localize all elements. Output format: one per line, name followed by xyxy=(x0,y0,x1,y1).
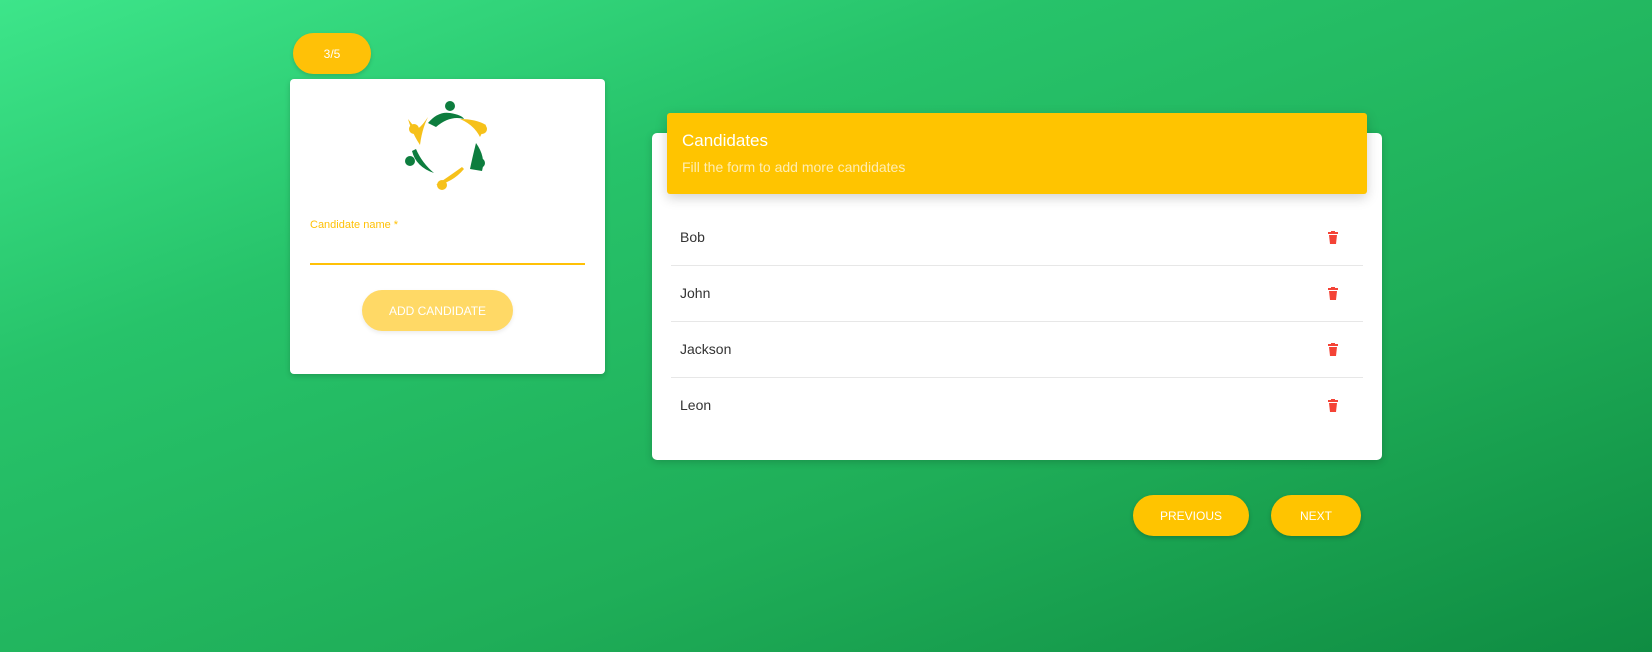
step-indicator: 3/5 xyxy=(293,33,371,74)
candidates-card-header: Candidates Fill the form to add more can… xyxy=(667,113,1367,194)
candidates-title: Candidates xyxy=(682,131,769,150)
candidates-subtitle: Fill the form to add more candidates xyxy=(682,159,906,175)
candidate-name-label: Candidate name * xyxy=(310,219,399,231)
candidate-name-input[interactable] xyxy=(310,239,585,265)
next-button[interactable]: NEXT xyxy=(1271,495,1361,536)
previous-button[interactable]: PREVIOUS xyxy=(1133,495,1249,536)
candidate-name: Jackson xyxy=(680,341,732,357)
add-candidate-button[interactable]: ADD CANDIDATE xyxy=(362,290,513,331)
candidate-name: John xyxy=(680,285,711,301)
candidate-name: Bob xyxy=(680,229,705,245)
trash-icon[interactable] xyxy=(1323,283,1343,303)
list-item: John xyxy=(671,266,1363,322)
trash-icon[interactable] xyxy=(1323,227,1343,247)
people-circle-logo xyxy=(405,101,487,190)
list-item: Jackson xyxy=(671,322,1363,378)
candidate-name: Leon xyxy=(680,397,712,413)
list-item: Bob xyxy=(671,210,1363,266)
trash-icon[interactable] xyxy=(1323,339,1343,359)
trash-icon[interactable] xyxy=(1323,395,1343,415)
add-candidate-card: Candidate name * ADD CANDIDATE xyxy=(290,79,605,374)
list-item: Leon xyxy=(671,378,1363,433)
candidate-list: Bob John Jackson Leon xyxy=(671,210,1363,433)
